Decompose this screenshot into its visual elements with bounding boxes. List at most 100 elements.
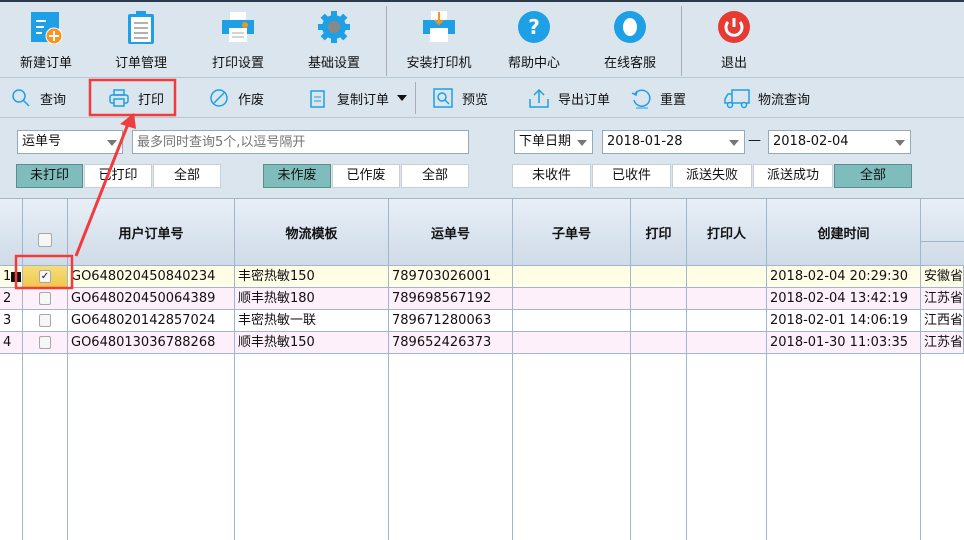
online-service-button[interactable]: 在线客服 bbox=[590, 10, 670, 71]
chevron-down-icon bbox=[107, 140, 117, 146]
cell-tpl: 顺丰热敏180 bbox=[235, 288, 389, 309]
cell-print bbox=[631, 310, 687, 331]
cell-tpl: 丰密热敏150 bbox=[235, 266, 389, 287]
search-input[interactable] bbox=[132, 130, 469, 154]
filter-delivery-failed[interactable]: 派送失败 bbox=[672, 164, 752, 188]
column-header[interactable]: 用户订单号 bbox=[68, 199, 235, 266]
query-button[interactable]: 查询 bbox=[10, 87, 66, 109]
date-from-picker[interactable]: 2018-01-28 bbox=[602, 130, 745, 154]
filter-void-all[interactable]: 全部 bbox=[401, 164, 469, 188]
filter-print-all[interactable]: 全部 bbox=[153, 164, 221, 188]
chevron-down-icon bbox=[895, 140, 905, 146]
cell-tpl: 丰密热敏一联 bbox=[235, 310, 389, 331]
column-header[interactable] bbox=[921, 199, 964, 266]
filter-printed[interactable]: 已打印 bbox=[84, 164, 152, 188]
action-toolbar: 查询 打印 作废 复制订单 预览 导出订单 重置 物流查询 bbox=[0, 78, 964, 118]
column-header[interactable]: 子单号 bbox=[513, 199, 631, 266]
cell-addr: 安徽省 bbox=[921, 266, 964, 287]
cell-print bbox=[631, 266, 687, 287]
filter-not-voided[interactable]: 未作废 bbox=[263, 164, 331, 188]
search-type-select[interactable]: 运单号 bbox=[17, 130, 123, 154]
printer-icon bbox=[109, 89, 129, 107]
print-settings-button[interactable]: 打印设置 bbox=[198, 10, 278, 71]
install-printer-icon bbox=[422, 10, 456, 44]
row-checkbox[interactable] bbox=[39, 314, 51, 327]
preview-button[interactable]: 预览 bbox=[432, 87, 488, 109]
cell-order: GO648020142857024 bbox=[68, 310, 235, 331]
orders-table: 用户订单号 物流模板 运单号 子单号 打印 打印人 创建时间 1 GO648020… bbox=[0, 198, 964, 540]
select-all-checkbox[interactable] bbox=[38, 233, 52, 247]
upload-icon bbox=[529, 88, 549, 108]
copy-icon bbox=[310, 90, 325, 108]
void-button[interactable]: 作废 bbox=[208, 87, 264, 109]
table-row[interactable]: 3 GO648020142857024 丰密热敏一联 789671280063 2018… bbox=[0, 310, 964, 332]
table-row[interactable]: 2 GO648020450064389 顺丰热敏180 789698567192 201… bbox=[0, 288, 964, 310]
filter-not-received[interactable]: 未收件 bbox=[512, 164, 591, 188]
cell-sub bbox=[513, 266, 631, 287]
date-separator: — bbox=[748, 133, 761, 148]
date-type-select[interactable]: 下单日期 bbox=[514, 130, 593, 154]
column-header[interactable]: 运单号 bbox=[389, 199, 513, 266]
clipboard-icon bbox=[124, 10, 158, 44]
reset-icon bbox=[631, 89, 651, 109]
cell-n: 3 bbox=[0, 310, 23, 331]
filter-delivered[interactable]: 派送成功 bbox=[753, 164, 833, 188]
row-checkbox[interactable] bbox=[39, 292, 51, 305]
row-checkbox[interactable]: ✓ bbox=[39, 270, 51, 283]
help-icon: ? bbox=[517, 10, 551, 44]
column-header[interactable]: 打印人 bbox=[687, 199, 767, 266]
logistics-query-button[interactable]: 物流查询 bbox=[724, 87, 810, 109]
cell-order: GO648020450064389 bbox=[68, 288, 235, 309]
basic-settings-button[interactable]: 基础设置 bbox=[294, 10, 374, 71]
export-order-button[interactable]: 导出订单 bbox=[528, 87, 610, 109]
chevron-down-icon[interactable] bbox=[397, 95, 408, 101]
new-order-button[interactable]: 新建订单 bbox=[6, 10, 86, 71]
filter-received[interactable]: 已收件 bbox=[592, 164, 671, 188]
column-header[interactable]: 打印 bbox=[631, 199, 687, 266]
power-icon bbox=[717, 10, 751, 44]
cell-created: 2018-02-04 20:29:30 bbox=[767, 266, 921, 287]
qq-icon bbox=[613, 10, 647, 44]
install-printer-button[interactable]: 安装打印机 bbox=[396, 10, 482, 71]
printer-settings-icon bbox=[221, 10, 255, 44]
cell-sub bbox=[513, 332, 631, 353]
filter-not-printed[interactable]: 未打印 bbox=[16, 164, 83, 188]
filter-voided[interactable]: 已作废 bbox=[332, 164, 400, 188]
cell-waybill: 789698567192 bbox=[389, 288, 513, 309]
divider bbox=[415, 82, 416, 114]
truck-icon bbox=[724, 89, 750, 109]
table-row[interactable]: 1 GO648020450840234 丰密热敏150 789703026001 201… bbox=[0, 266, 964, 288]
help-center-button[interactable]: ? 帮助中心 bbox=[494, 10, 574, 71]
column-header[interactable]: 物流模板 bbox=[235, 199, 389, 266]
row-number-header bbox=[0, 199, 23, 266]
cell-print bbox=[631, 332, 687, 353]
cell-created: 2018-02-04 13:42:19 bbox=[767, 288, 921, 309]
cell-printer bbox=[687, 266, 767, 287]
exit-button[interactable]: 退出 bbox=[694, 10, 774, 71]
cell-printer bbox=[687, 332, 767, 353]
order-management-button[interactable]: 订单管理 bbox=[101, 10, 181, 71]
cell-printer bbox=[687, 310, 767, 331]
column-header[interactable]: 创建时间 bbox=[767, 199, 921, 266]
cell-printer bbox=[687, 288, 767, 309]
row-checkbox[interactable] bbox=[39, 336, 51, 349]
divider bbox=[386, 6, 387, 76]
cell-waybill: 789703026001 bbox=[389, 266, 513, 287]
reset-button[interactable]: 重置 bbox=[630, 87, 686, 109]
new-order-icon bbox=[29, 10, 63, 45]
cell-addr: 江苏省 bbox=[921, 288, 964, 309]
date-to-picker[interactable]: 2018-02-04 bbox=[768, 130, 911, 154]
copy-order-button[interactable]: 复制订单 bbox=[307, 87, 408, 109]
cell-addr: 江西省 bbox=[921, 310, 964, 331]
current-row-indicator bbox=[11, 272, 21, 282]
cell-tpl: 顺丰热敏150 bbox=[235, 332, 389, 353]
print-button[interactable]: 打印 bbox=[108, 87, 164, 109]
cell-n: 2 bbox=[0, 288, 23, 309]
gear-icon bbox=[317, 10, 351, 44]
cell-waybill: 789652426373 bbox=[389, 332, 513, 353]
cell-created: 2018-01-30 11:03:35 bbox=[767, 332, 921, 353]
cell-order: GO648020450840234 bbox=[68, 266, 235, 287]
table-row[interactable]: 4 GO648013036788268 顺丰热敏150 789652426373 201… bbox=[0, 332, 964, 354]
filter-delivery-all[interactable]: 全部 bbox=[834, 164, 912, 188]
cell-print bbox=[631, 288, 687, 309]
